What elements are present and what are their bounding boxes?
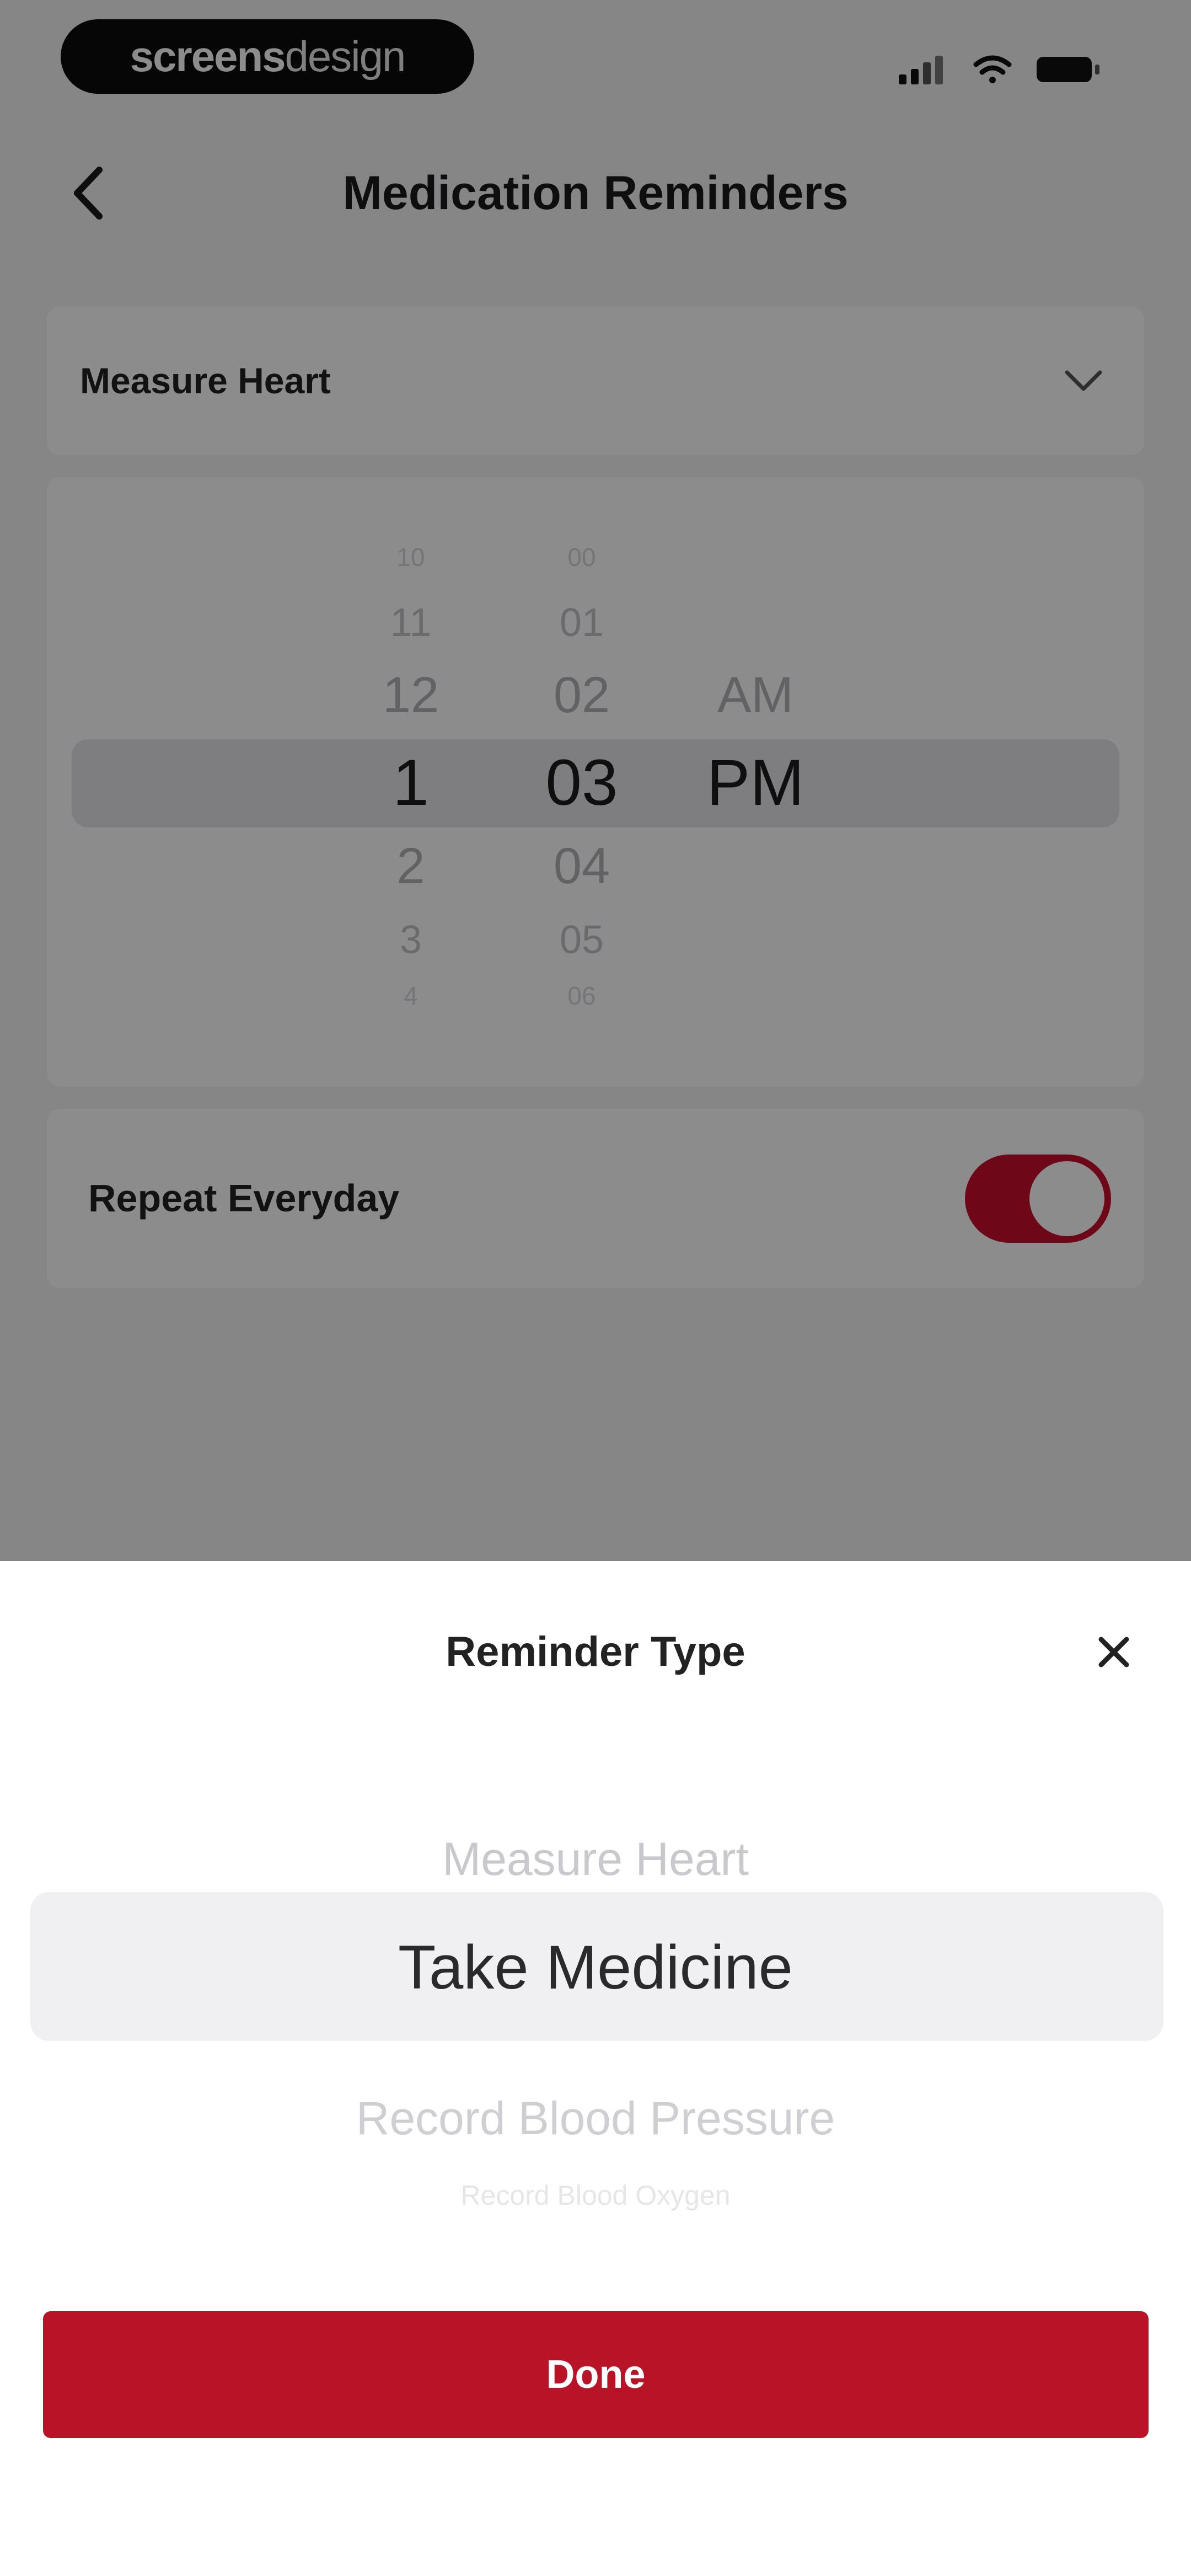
hour-option[interactable]: 3 — [328, 918, 493, 962]
reminder-type-dropdown[interactable]: Measure Heart — [47, 306, 1144, 455]
type-option[interactable]: Measure Heart — [0, 1831, 1191, 1887]
hour-option[interactable]: 4 — [328, 982, 493, 1010]
hour-option[interactable]: 10 — [328, 543, 493, 571]
repeat-everyday-row: Repeat Everyday — [47, 1109, 1144, 1288]
cellular-signal-icon — [899, 56, 943, 84]
background-screen: screens design Medication Reminders Meas… — [0, 0, 1191, 1561]
type-option-selected[interactable]: Take Medicine — [0, 1931, 1191, 2005]
hour-wheel[interactable]: 10 11 12 1 2 3 4 — [328, 477, 493, 1087]
page-title: Medication Reminders — [342, 167, 849, 220]
status-icons — [899, 52, 1119, 85]
wifi-icon — [973, 55, 1012, 83]
done-button[interactable]: Done — [43, 2311, 1149, 2438]
minute-option-selected[interactable]: 03 — [499, 747, 664, 819]
back-button[interactable] — [55, 154, 121, 232]
minute-option[interactable]: 06 — [499, 982, 664, 1010]
reminder-type-sheet: Reminder Type Measure Heart Take Medicine… — [0, 1561, 1191, 2576]
period-option[interactable]: AM — [673, 667, 838, 723]
chevron-left-icon — [74, 167, 103, 220]
hour-option-selected[interactable]: 1 — [328, 747, 493, 819]
hour-option[interactable]: 11 — [328, 601, 493, 645]
type-option[interactable]: Record Blood Pressure — [0, 2091, 1191, 2146]
brand-watermark: screens design — [61, 19, 474, 94]
period-option-selected[interactable]: PM — [673, 747, 838, 819]
repeat-label: Repeat Everyday — [88, 1177, 400, 1220]
minute-option[interactable]: 04 — [499, 838, 664, 894]
hour-option[interactable]: 12 — [328, 667, 493, 723]
repeat-toggle[interactable] — [965, 1155, 1111, 1243]
chevron-down-icon — [1065, 370, 1102, 391]
type-option[interactable]: Record Blood Oxygen — [0, 2179, 1191, 2212]
minute-option[interactable]: 01 — [499, 601, 664, 645]
sheet-title: Reminder Type — [446, 1628, 745, 1675]
minute-wheel[interactable]: 00 01 02 03 04 05 06 — [499, 477, 664, 1087]
brand-thin-text: design — [285, 32, 406, 81]
status-bar: screens design — [0, 0, 1191, 110]
toggle-knob — [1029, 1161, 1104, 1236]
nav-bar: Medication Reminders — [0, 132, 1191, 254]
minute-option[interactable]: 05 — [499, 918, 664, 962]
period-wheel[interactable]: AM PM — [673, 477, 838, 1087]
reminder-type-value: Measure Heart — [80, 360, 331, 401]
close-icon — [1098, 1637, 1129, 1668]
screen: screens design Medication Reminders Meas… — [0, 0, 1191, 2576]
minute-option[interactable]: 00 — [499, 543, 664, 571]
hour-option[interactable]: 2 — [328, 838, 493, 894]
minute-option[interactable]: 02 — [499, 667, 664, 723]
brand-bold-text: screens — [130, 32, 286, 81]
time-picker: 10 11 12 1 2 3 4 00 01 02 03 04 05 06 AM PM — [47, 477, 1144, 1087]
battery-icon — [1037, 57, 1099, 82]
close-button[interactable] — [1081, 1619, 1147, 1685]
